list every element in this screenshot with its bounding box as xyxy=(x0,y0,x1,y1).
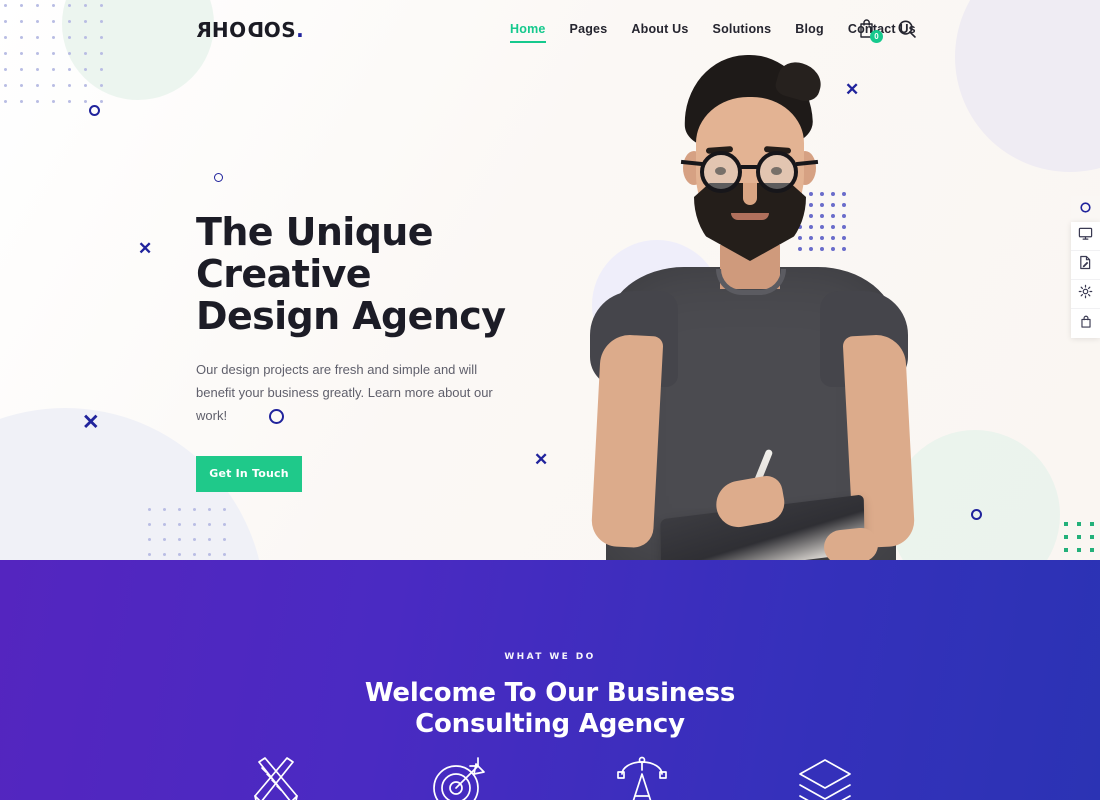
services-eyebrow: WHAT WE DO xyxy=(504,652,596,662)
logo-letters-ho: HO xyxy=(211,18,247,42)
decorative-ring xyxy=(214,173,223,182)
decorative-x-mark: ✕ xyxy=(138,239,153,258)
search-icon[interactable] xyxy=(897,19,917,39)
decorative-x-mark: ✕ xyxy=(82,411,100,434)
document-edit-icon xyxy=(1078,255,1093,275)
layers-stack-icon xyxy=(796,756,854,800)
side-widget-item-demos[interactable] xyxy=(1071,222,1100,251)
service-item-strategy[interactable] xyxy=(367,756,550,800)
logo-letter-r: R xyxy=(196,18,212,42)
hero-photo xyxy=(548,52,948,560)
side-widget-item-settings[interactable] xyxy=(1071,280,1100,309)
hero-title-line-2: Design Agency xyxy=(196,293,506,338)
side-widget-item-pages[interactable] xyxy=(1071,251,1100,280)
target-dart-icon xyxy=(430,756,488,800)
hero-section: ✕ ✕ ✕ ✕ RHODOS. Home Pages About Us Solu… xyxy=(0,0,1100,560)
landing-page: ✕ ✕ ✕ ✕ RHODOS. Home Pages About Us Solu… xyxy=(0,0,1100,800)
hero-title-line-1: The Unique Creative xyxy=(196,210,434,296)
header-actions: 0 xyxy=(858,18,917,43)
side-widget-item-shop[interactable] xyxy=(1071,309,1100,338)
service-item-branding[interactable] xyxy=(550,756,733,800)
side-widget-panel xyxy=(1071,196,1100,338)
decorative-ring xyxy=(971,509,982,520)
get-in-touch-button[interactable]: Get In Touch xyxy=(196,455,302,492)
logo-letters-os: OS xyxy=(263,18,297,42)
nav-item-solutions[interactable]: Solutions xyxy=(713,22,772,43)
nav-item-pages[interactable]: Pages xyxy=(570,22,608,43)
main-navigation: Home Pages About Us Solutions Blog Conta… xyxy=(510,22,916,43)
bag-icon xyxy=(1079,314,1093,334)
nav-item-home[interactable]: Home xyxy=(510,22,546,43)
hero-subtitle: Our design projects are fresh and simple… xyxy=(196,362,493,423)
service-item-development[interactable] xyxy=(733,756,916,800)
service-item-design[interactable] xyxy=(184,756,367,800)
services-section: WHAT WE DO Welcome To Our Business Consu… xyxy=(0,560,1100,800)
side-widget-indicator xyxy=(1071,196,1100,222)
nav-item-about-us[interactable]: About Us xyxy=(631,22,688,43)
gear-icon xyxy=(1078,284,1093,304)
hero-content: The Unique Creative Design Agency Our de… xyxy=(196,210,596,492)
monitor-icon xyxy=(1078,226,1093,246)
logo-period: . xyxy=(296,18,305,42)
logo-letter-d: D xyxy=(246,18,264,42)
services-icon-row xyxy=(0,756,1100,800)
services-title: Welcome To Our Business Consulting Agenc… xyxy=(0,678,1100,739)
circle-icon xyxy=(1080,200,1091,218)
site-header: RHODOS. Home Pages About Us Solutions Bl… xyxy=(0,0,1100,60)
hero-title: The Unique Creative Design Agency xyxy=(196,210,596,338)
ruler-pencil-icon xyxy=(247,756,305,800)
services-title-line-2: Consulting Agency xyxy=(415,708,685,739)
brand-logo[interactable]: RHODOS. xyxy=(196,18,304,42)
decorative-ring xyxy=(89,105,100,116)
services-title-line-1: Welcome To Our Business xyxy=(364,678,736,708)
shopping-bag-icon[interactable]: 0 xyxy=(858,18,883,43)
side-widget-buttons xyxy=(1071,222,1100,338)
pen-tool-typography-icon xyxy=(613,756,671,800)
cart-count-badge: 0 xyxy=(870,30,883,43)
nav-item-blog[interactable]: Blog xyxy=(795,22,824,43)
